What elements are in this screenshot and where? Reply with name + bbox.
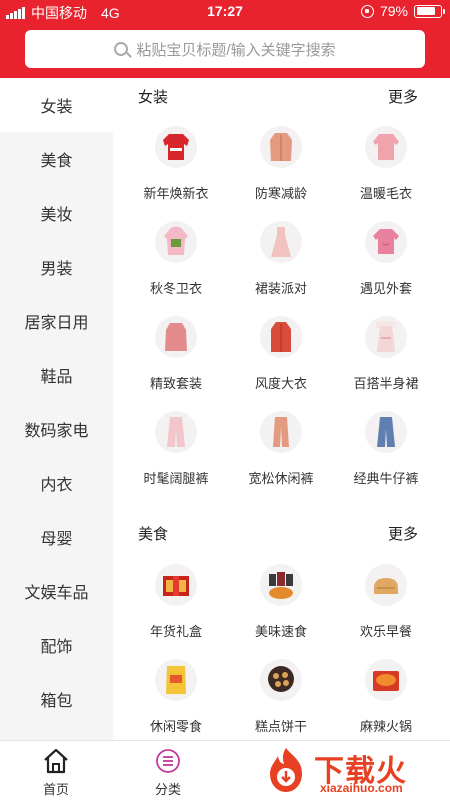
skirt-icon <box>365 316 407 358</box>
category-sidebar: 女装 美食 美妆 男装 居家日用 鞋品 数码家电 内衣 母婴 文娱车品 配饰 箱包 <box>0 78 113 740</box>
sidebar-item[interactable]: 男装 <box>0 240 113 294</box>
category-tile-label: 百搭半身裙 <box>353 376 419 391</box>
chips-icon <box>155 659 197 701</box>
category-tile-label: 防寒减龄 <box>254 186 307 201</box>
section-header-women: 女装 更多 <box>138 86 418 107</box>
search-bar[interactable]: 粘贴宝贝标题/输入关键字搜索 <box>25 30 425 68</box>
header: 中国移动 4G 17:27 79% 粘贴宝贝标题/输入关键字搜索 <box>0 0 450 78</box>
sidebar-item[interactable]: 箱包 <box>0 672 113 726</box>
category-tile-label: 经典牛仔裤 <box>353 471 419 486</box>
casual-pants-icon <box>260 411 302 453</box>
sidebar-item[interactable]: 内衣 <box>0 456 113 510</box>
section-title: 美食 <box>138 526 169 543</box>
status-bar: 中国移动 4G 17:27 79% <box>0 0 450 24</box>
category-tile-label: 温暖毛衣 <box>359 186 412 201</box>
jacket-icon <box>365 221 407 263</box>
category-tile[interactable]: 麻辣火锅 <box>331 659 441 740</box>
section-title: 女装 <box>138 89 169 106</box>
rotation-lock-icon <box>360 4 374 18</box>
category-tile-label: 新年焕新衣 <box>143 186 209 201</box>
sidebar-item[interactable]: 美食 <box>0 132 113 186</box>
category-tile[interactable]: 精致套装 <box>121 316 231 411</box>
category-tile-label: 休闲零食 <box>149 719 202 734</box>
sidebar-item[interactable]: 女装 <box>0 78 113 132</box>
flame-logo-icon <box>270 748 302 792</box>
sidebar-item[interactable]: 配饰 <box>0 618 113 672</box>
category-tile[interactable]: 秋冬卫衣 <box>121 221 231 316</box>
category-tile-label: 宽松休闲裤 <box>248 471 314 486</box>
tab-home[interactable]: 首页 <box>26 747 86 798</box>
coat-icon <box>260 126 302 168</box>
sidebar-item[interactable]: 文娱车品 <box>0 564 113 618</box>
cookies-icon <box>260 659 302 701</box>
tab-home-label: 首页 <box>42 782 69 797</box>
tab-category[interactable]: 分类 <box>138 747 198 798</box>
category-tile[interactable]: 裙装派对 <box>226 221 336 316</box>
red-sweater-icon <box>155 126 197 168</box>
gift-box-icon <box>155 564 197 606</box>
wide-pants-icon <box>155 411 197 453</box>
category-tile[interactable]: 风度大衣 <box>226 316 336 411</box>
search-icon <box>114 42 129 56</box>
overcoat-icon <box>260 316 302 358</box>
category-tile[interactable]: 温暖毛衣 <box>331 126 441 221</box>
battery-icon <box>414 4 445 18</box>
category-tile-label: 欢乐早餐 <box>359 624 412 639</box>
suit-icon <box>155 316 197 358</box>
category-tile[interactable]: 经典牛仔裤 <box>331 411 441 506</box>
sidebar-item[interactable]: 鞋品 <box>0 348 113 402</box>
category-list-icon <box>154 747 182 775</box>
battery-percent: 79% <box>379 3 408 19</box>
tab-category-label: 分类 <box>154 782 181 797</box>
category-tile-label: 秋冬卫衣 <box>149 281 202 296</box>
sidebar-item[interactable]: 母婴 <box>0 510 113 564</box>
bread-icon <box>365 564 407 606</box>
snack-bags-icon <box>260 564 302 606</box>
dress-icon <box>260 221 302 263</box>
category-tile-label: 美味速食 <box>254 624 307 639</box>
more-link[interactable]: 更多 <box>388 523 418 544</box>
category-tile-label: 风度大衣 <box>254 376 307 391</box>
hotpot-icon <box>365 659 407 701</box>
watermark-url: xiazaihuo.com <box>320 781 403 795</box>
category-tile[interactable]: 宽松休闲裤 <box>226 411 336 506</box>
sidebar-item[interactable]: 居家日用 <box>0 294 113 348</box>
category-tile[interactable]: 防寒减龄 <box>226 126 336 221</box>
category-tile-label: 年货礼盒 <box>149 624 202 639</box>
section-header-food: 美食 更多 <box>138 523 418 544</box>
category-tile-label: 糕点饼干 <box>254 719 307 734</box>
category-tile[interactable]: 欢乐早餐 <box>331 564 441 659</box>
category-tile[interactable]: 年货礼盒 <box>121 564 231 659</box>
category-tile[interactable]: 遇见外套 <box>331 221 441 316</box>
category-tile-label: 遇见外套 <box>359 281 412 296</box>
jeans-icon <box>365 411 407 453</box>
home-icon <box>42 747 70 775</box>
category-tile[interactable]: 百搭半身裙 <box>331 316 441 411</box>
category-tile[interactable]: 新年焕新衣 <box>121 126 231 221</box>
category-tile-label: 裙装派对 <box>254 281 307 296</box>
watermark: 下载火 xiazaihuo.com <box>262 744 444 798</box>
category-tile-label: 精致套装 <box>149 376 202 391</box>
category-tile[interactable]: 美味速食 <box>226 564 336 659</box>
category-content: 女装 更多 新年焕新衣 防寒减龄 温暖毛衣秋冬卫衣 裙装派对 遇见外套精致套装 风度大衣 百… <box>113 78 450 740</box>
category-tile[interactable]: 休闲零食 <box>121 659 231 740</box>
sidebar-item[interactable]: 美妆 <box>0 186 113 240</box>
category-tile[interactable]: 糕点饼干 <box>226 659 336 740</box>
more-link[interactable]: 更多 <box>388 86 418 107</box>
category-tile[interactable]: 时髦阔腿裤 <box>121 411 231 506</box>
pink-sweater-icon <box>365 126 407 168</box>
category-tile-label: 时髦阔腿裤 <box>143 471 209 486</box>
sidebar-item[interactable]: 数码家电 <box>0 402 113 456</box>
hoodie-icon <box>155 221 197 263</box>
search-placeholder[interactable]: 粘贴宝贝标题/输入关键字搜索 <box>136 39 335 60</box>
category-tile-label: 麻辣火锅 <box>359 719 412 734</box>
